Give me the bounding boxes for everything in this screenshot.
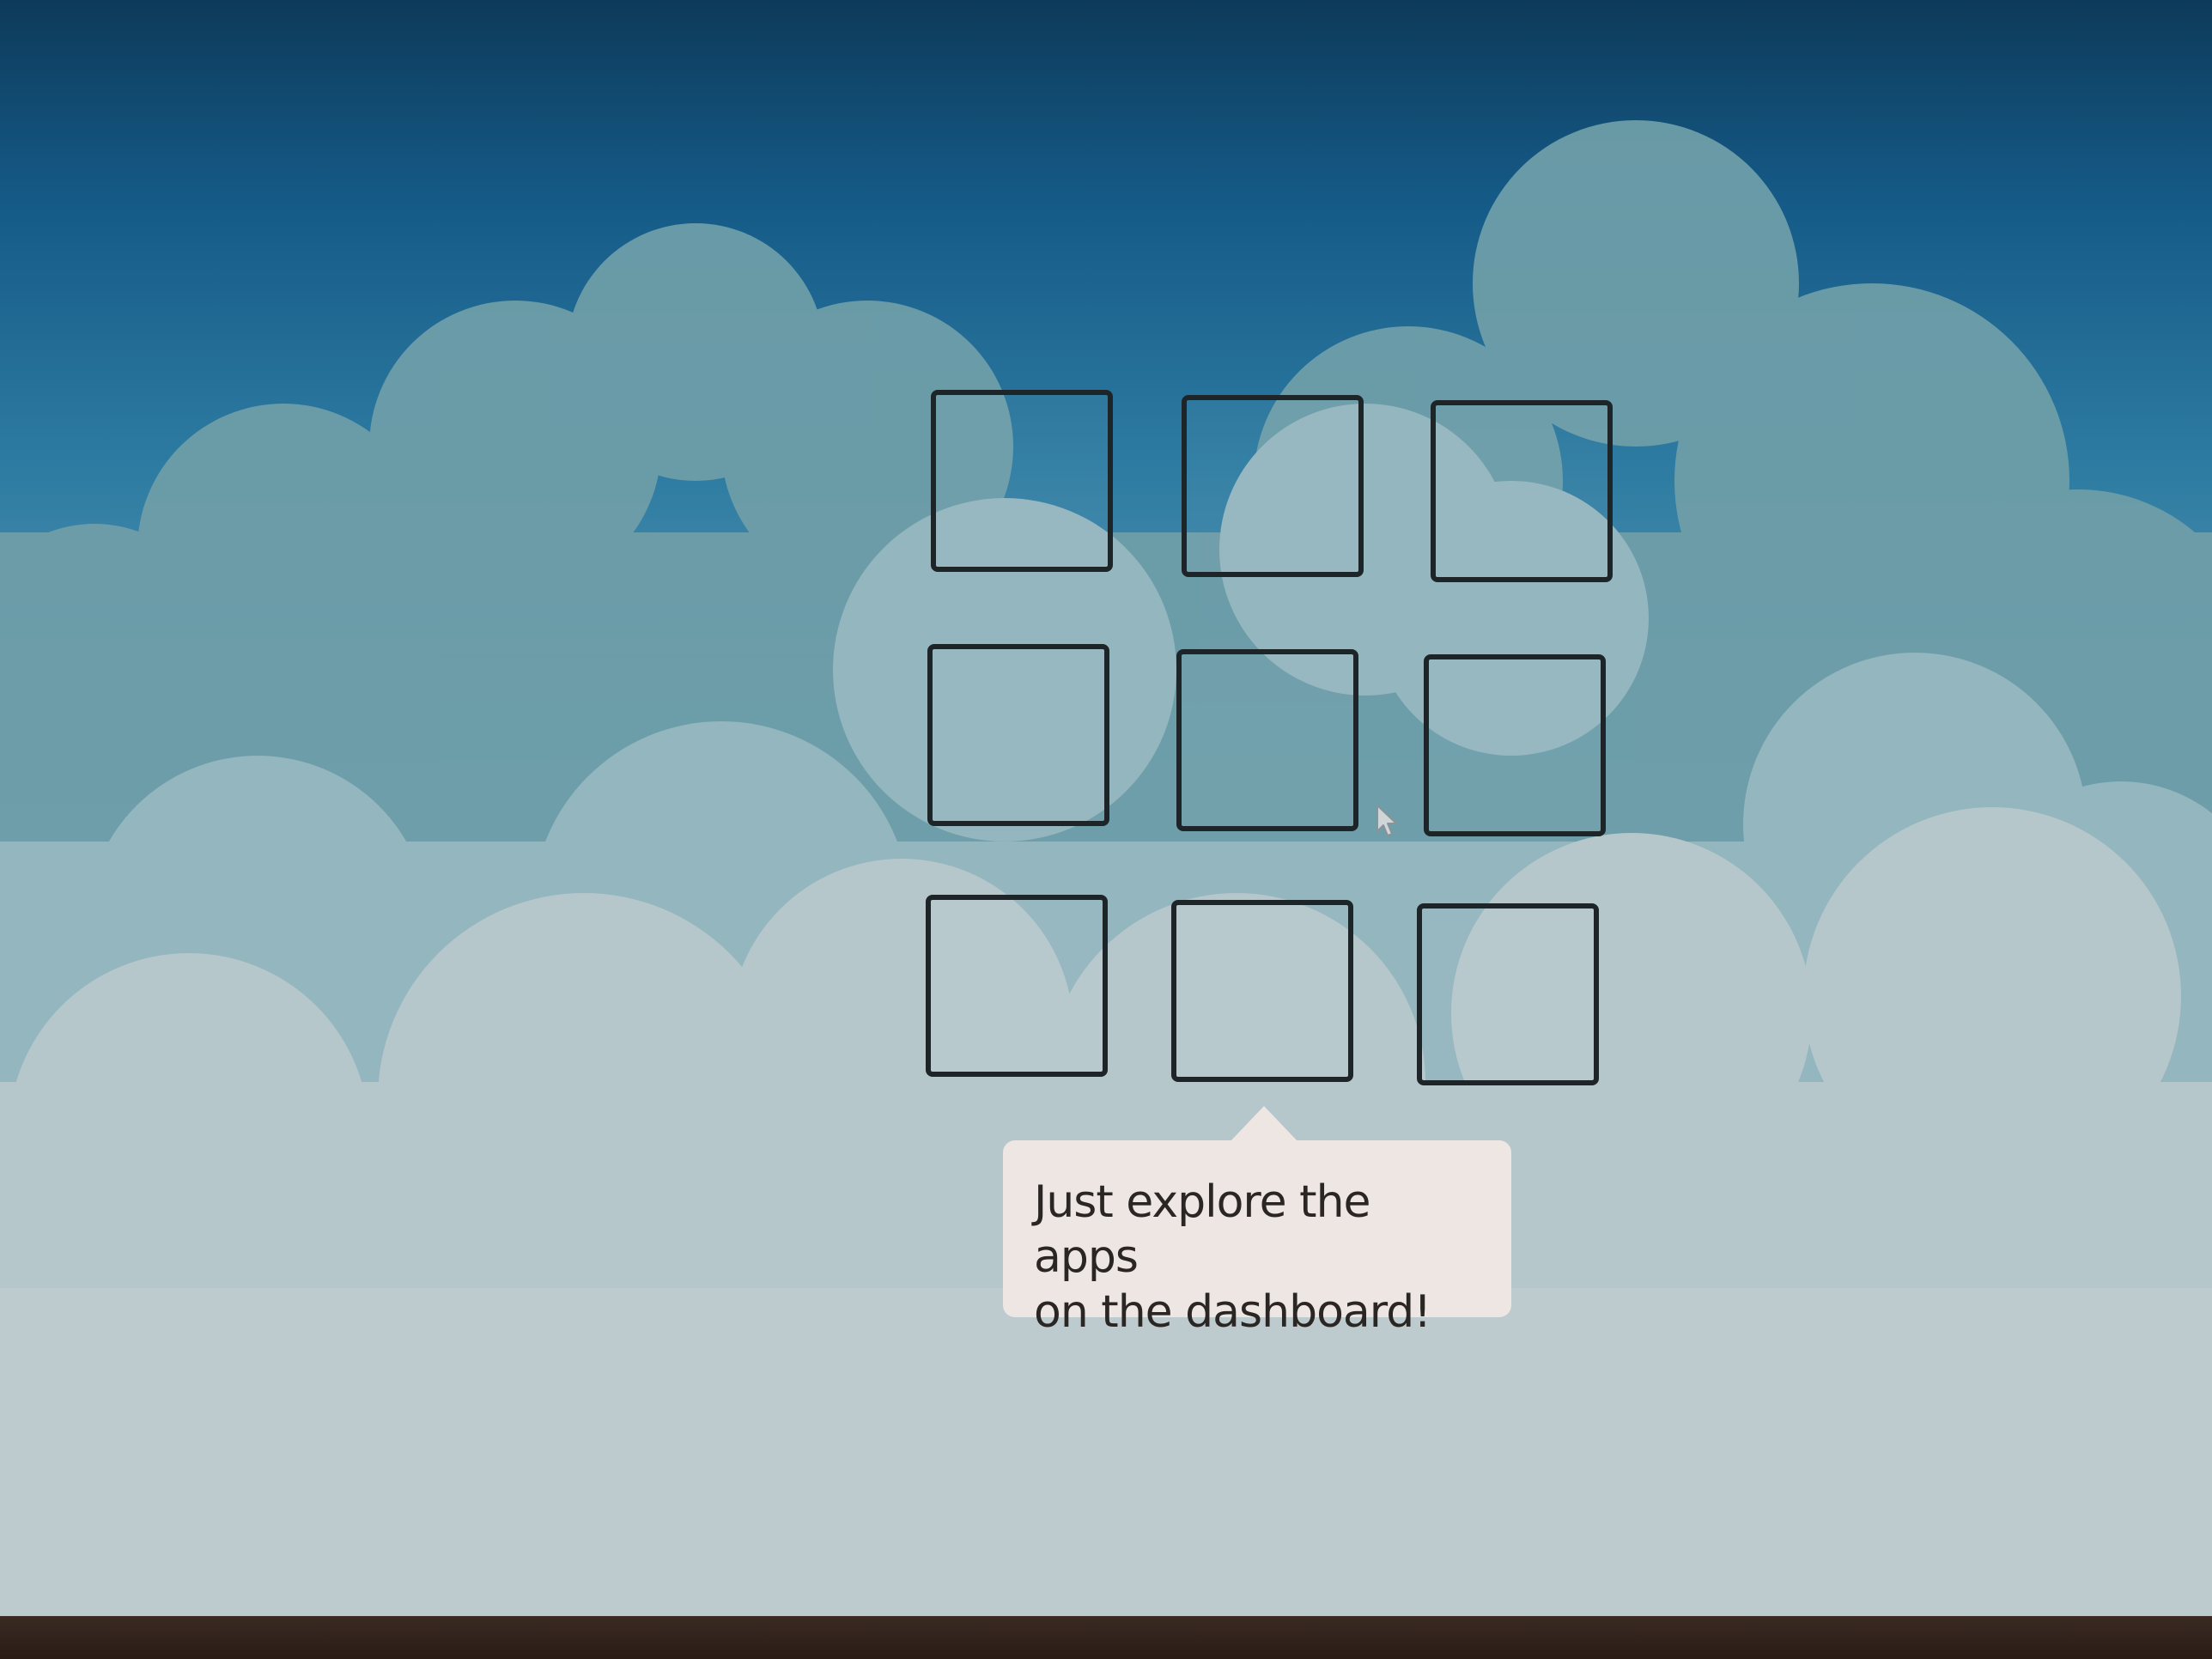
app-tile-4[interactable]: [927, 644, 1109, 826]
desktop-screen: Just explore the apps on the dashboard!: [0, 0, 2212, 1659]
tooltip-line-2: on the dashboard!: [1034, 1286, 1431, 1338]
tooltip-arrow: [1230, 1106, 1298, 1142]
app-tile-3[interactable]: [1431, 400, 1613, 582]
app-tile-5[interactable]: [1176, 649, 1358, 831]
tooltip-line-1: Just explore the apps: [1034, 1176, 1371, 1283]
app-tile-6[interactable]: [1424, 654, 1606, 836]
app-tile-7[interactable]: [926, 895, 1108, 1077]
app-tile-2[interactable]: [1182, 395, 1364, 577]
app-tile-9[interactable]: [1417, 903, 1599, 1085]
mouse-pointer-icon: [1376, 805, 1397, 836]
app-tile-1[interactable]: [931, 390, 1113, 572]
app-tile-8[interactable]: [1171, 900, 1353, 1082]
monitor-bezel: [0, 1616, 2212, 1659]
cloud-background: [0, 120, 2212, 1632]
onboarding-tooltip: Just explore the apps on the dashboard!: [1003, 1140, 1511, 1338]
